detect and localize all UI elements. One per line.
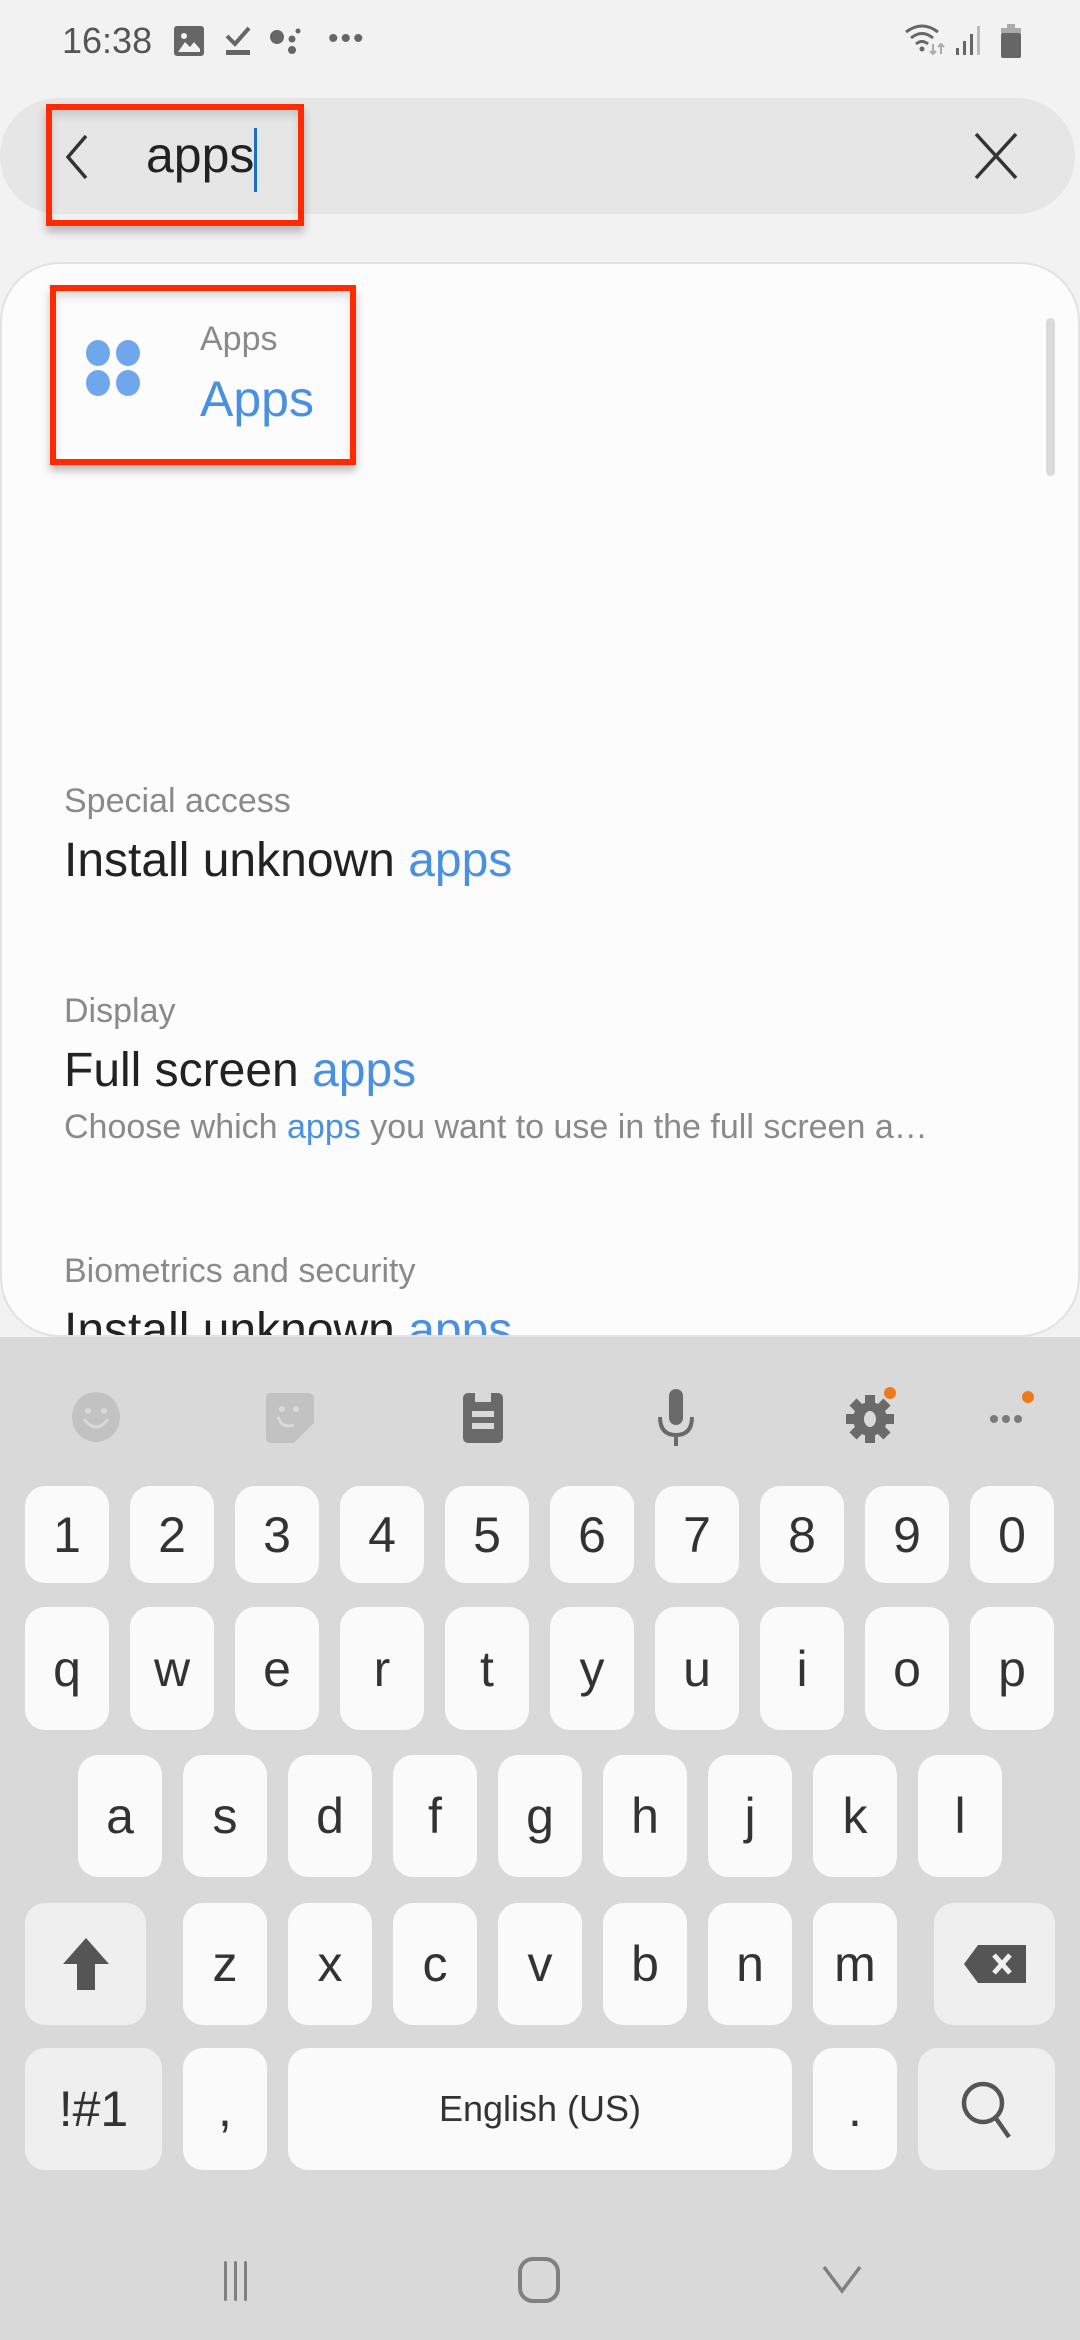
space-key[interactable]: English (US) <box>288 2048 792 2170</box>
sticker-icon[interactable] <box>260 1387 320 1447</box>
emoji-icon[interactable] <box>66 1387 126 1447</box>
key-n[interactable]: n <box>708 1903 792 2025</box>
key-9[interactable]: 9 <box>865 1486 949 1583</box>
status-bar: 16:38 ••• <box>0 0 1080 90</box>
key-y[interactable]: y <box>550 1607 634 1730</box>
settings-icon[interactable] <box>840 1387 900 1447</box>
result-title: Install unknown apps <box>64 1303 513 1337</box>
key-5[interactable]: 5 <box>445 1486 529 1583</box>
assistant-icon <box>270 28 301 54</box>
match-highlight: apps <box>312 1044 417 1097</box>
key-8[interactable]: 8 <box>760 1486 844 1583</box>
apps-icon <box>86 340 144 398</box>
more-icon[interactable] <box>980 1387 1040 1447</box>
recents-icon[interactable] <box>206 2255 266 2305</box>
key-g[interactable]: g <box>498 1755 582 1877</box>
microphone-icon[interactable] <box>646 1387 706 1447</box>
search-icon <box>961 2081 1011 2139</box>
key-3[interactable]: 3 <box>235 1486 319 1583</box>
key-j[interactable]: j <box>708 1755 792 1877</box>
result-category: Display <box>64 992 176 1030</box>
match-highlight: apps <box>408 1304 513 1337</box>
result-title: Apps <box>200 371 314 427</box>
text-cursor <box>254 128 257 192</box>
key-a[interactable]: a <box>78 1755 162 1877</box>
gallery-icon <box>174 26 204 56</box>
key-w[interactable]: w <box>130 1607 214 1730</box>
result-category: Special access <box>64 782 291 820</box>
shift-key[interactable] <box>25 1903 146 2025</box>
task-done-icon <box>225 26 251 55</box>
key-u[interactable]: u <box>655 1607 739 1730</box>
key-l[interactable]: l <box>918 1755 1002 1877</box>
result-item-display[interactable]: Display Full screen apps Choose which ap… <box>64 992 928 1147</box>
key-0[interactable]: 0 <box>970 1486 1054 1583</box>
key-4[interactable]: 4 <box>340 1486 424 1583</box>
signal-icon <box>956 26 980 55</box>
scrollbar[interactable] <box>1046 318 1055 476</box>
result-title: Install unknown apps <box>64 834 513 887</box>
clear-search-button[interactable] <box>970 128 1022 184</box>
result-item-special-access[interactable]: Special access Install unknown apps <box>64 782 512 888</box>
key-2[interactable]: 2 <box>130 1486 214 1583</box>
period-key[interactable]: . <box>813 2048 897 2170</box>
key-i[interactable]: i <box>760 1607 844 1730</box>
result-summary: Choose which apps you want to use in the… <box>64 1108 928 1146</box>
symbols-key[interactable]: !#1 <box>25 2048 162 2170</box>
key-m[interactable]: m <box>813 1903 897 2025</box>
key-b[interactable]: b <box>603 1903 687 2025</box>
search-key[interactable] <box>918 2048 1055 2170</box>
key-s[interactable]: s <box>183 1755 267 1877</box>
key-f[interactable]: f <box>393 1755 477 1877</box>
key-q[interactable]: q <box>25 1607 109 1730</box>
result-item-biometrics[interactable]: Biometrics and security Install unknown … <box>64 1252 513 1337</box>
back-button[interactable] <box>56 130 96 184</box>
backspace-icon <box>963 1945 1026 1983</box>
key-o[interactable]: o <box>865 1607 949 1730</box>
match-highlight: apps <box>287 1108 361 1146</box>
key-7[interactable]: 7 <box>655 1486 739 1583</box>
wifi-icon <box>905 24 945 56</box>
result-title: Full screen apps <box>64 1044 417 1097</box>
more-notifications-icon: ••• <box>328 22 366 55</box>
search-input[interactable] <box>146 120 846 190</box>
key-z[interactable]: z <box>183 1903 267 2025</box>
key-x[interactable]: x <box>288 1903 372 2025</box>
result-category: Apps <box>200 320 278 358</box>
clock: 16:38 <box>62 20 153 61</box>
hide-keyboard-icon[interactable] <box>812 2255 872 2305</box>
key-h[interactable]: h <box>603 1755 687 1877</box>
match-highlight: apps <box>408 834 513 887</box>
key-1[interactable]: 1 <box>25 1486 109 1583</box>
key-e[interactable]: e <box>235 1607 319 1730</box>
key-v[interactable]: v <box>498 1903 582 2025</box>
key-r[interactable]: r <box>340 1607 424 1730</box>
comma-key[interactable]: , <box>183 2048 267 2170</box>
key-t[interactable]: t <box>445 1607 529 1730</box>
result-category: Biometrics and security <box>64 1252 416 1290</box>
key-6[interactable]: 6 <box>550 1486 634 1583</box>
shift-arrow-icon <box>62 1938 109 1990</box>
key-p[interactable]: p <box>970 1607 1054 1730</box>
home-icon[interactable] <box>510 2255 570 2305</box>
search-bar <box>0 98 1075 214</box>
battery-icon <box>1001 24 1021 58</box>
key-k[interactable]: k <box>813 1755 897 1877</box>
clipboard-icon[interactable] <box>453 1387 513 1447</box>
key-c[interactable]: c <box>393 1903 477 2025</box>
backspace-key[interactable] <box>934 1903 1055 2025</box>
key-d[interactable]: d <box>288 1755 372 1877</box>
